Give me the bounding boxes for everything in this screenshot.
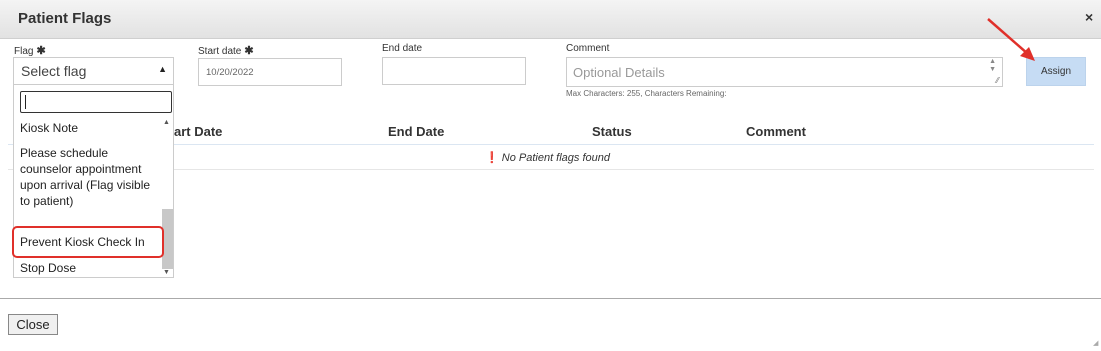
- annotation-arrow-icon: [987, 18, 1035, 61]
- comment-placeholder: Optional Details: [573, 65, 665, 80]
- dropdown-scroll-thumb[interactable]: [162, 209, 173, 269]
- column-header-start-date[interactable]: art Date: [174, 124, 222, 139]
- close-icon[interactable]: ×: [1085, 9, 1093, 25]
- dialog-title: Patient Flags: [18, 10, 112, 27]
- max-chars-note: Max Characters: 255, Characters Remainin…: [566, 89, 727, 98]
- footer-divider: [0, 298, 1101, 299]
- end-date-label: End date: [382, 43, 423, 54]
- flag-dropdown-list[interactable]: Kiosk Note Please schedule counselor app…: [13, 84, 174, 278]
- empty-table-message: ❗ No Patient flags found: [485, 152, 611, 164]
- column-header-end-date[interactable]: End Date: [388, 124, 444, 139]
- comment-textarea[interactable]: Optional Details ▲ ▼ ⁄⁄: [566, 57, 1003, 87]
- flag-label: Flag ✱: [14, 45, 46, 57]
- start-date-input[interactable]: 10/20/2022: [198, 58, 342, 86]
- dialog-titlebar: [0, 0, 1101, 39]
- resize-grip-icon[interactable]: ⁄⁄: [996, 76, 999, 85]
- flag-select[interactable]: Select flag ▲: [13, 57, 174, 84]
- flag-search-input[interactable]: [20, 91, 172, 113]
- text-cursor: [25, 95, 26, 109]
- flag-option-kiosk-note[interactable]: Kiosk Note: [20, 120, 160, 136]
- info-circle-icon: ❗: [485, 152, 499, 164]
- flag-option-schedule-counselor[interactable]: Please schedule counselor appointment up…: [20, 145, 160, 209]
- start-date-label: Start date ✱: [198, 45, 254, 57]
- column-header-comment[interactable]: Comment: [746, 124, 806, 139]
- comment-label: Comment: [566, 43, 610, 54]
- end-date-input[interactable]: [382, 57, 526, 85]
- caret-up-icon: ▲: [158, 64, 167, 74]
- resize-corner-icon[interactable]: ◢: [1093, 339, 1098, 347]
- close-button[interactable]: Close: [8, 314, 58, 335]
- flag-option-prevent-kiosk-check-in[interactable]: Prevent Kiosk Check In: [20, 234, 160, 250]
- required-icon: ✱: [244, 45, 254, 57]
- start-date-value: 10/20/2022: [206, 67, 254, 78]
- column-header-status[interactable]: Status: [592, 124, 632, 139]
- required-icon: ✱: [36, 45, 46, 57]
- scroll-down-icon[interactable]: ▼: [163, 269, 170, 276]
- scroll-up-icon[interactable]: ▲: [163, 119, 170, 126]
- flag-select-value: Select flag: [21, 63, 87, 79]
- flag-option-stop-dose[interactable]: Stop Dose: [20, 260, 160, 276]
